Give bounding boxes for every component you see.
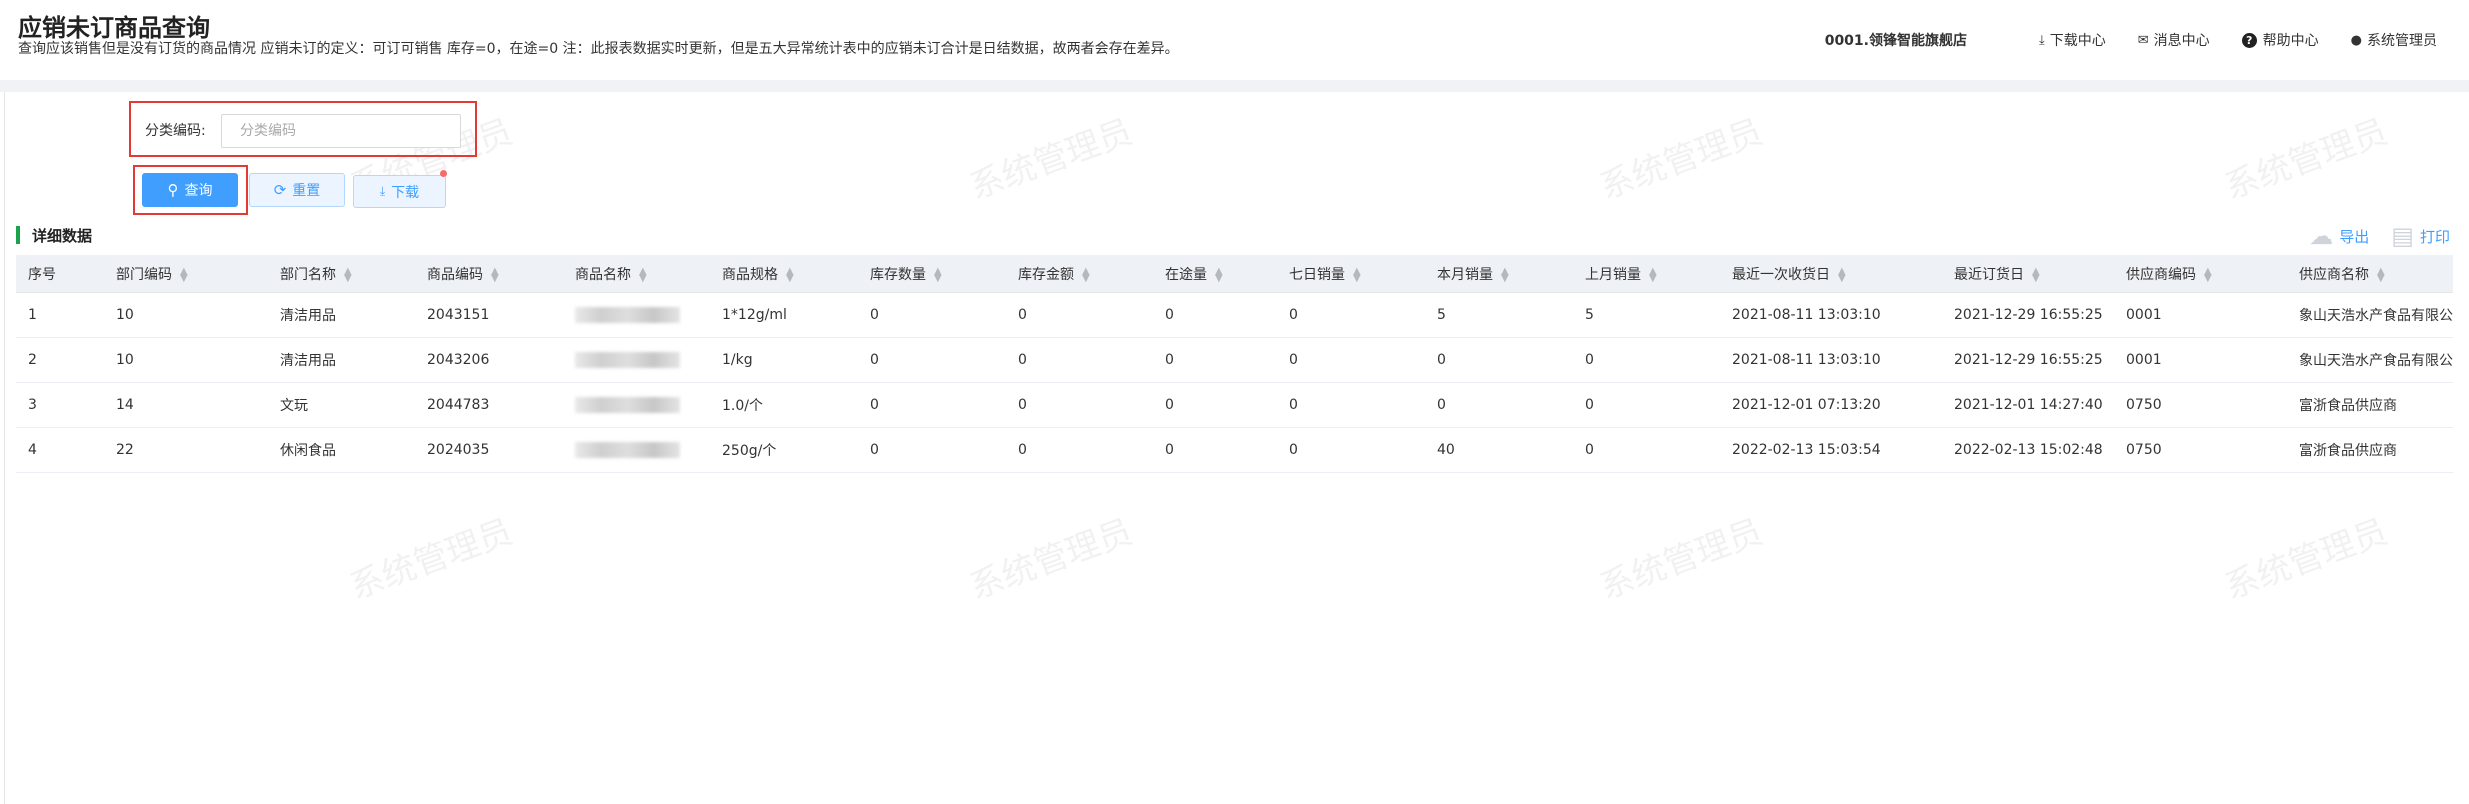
printer-icon: ▤ xyxy=(2391,222,2414,250)
column-header[interactable]: 供应商名称 ▲ ▼ xyxy=(2287,255,2453,293)
export-label: 导出 xyxy=(2339,227,2370,246)
page-description: 查询应该销售但是没有订货的商品情况 应销未订的定义：可订可销售 库存=0，在途=… xyxy=(18,41,1179,57)
table-tools: ☁ 导出 ▤ 打印 xyxy=(2287,222,2450,250)
column-header[interactable]: 上月销量 ▲ ▼ xyxy=(1573,255,1720,293)
column-header[interactable]: 部门编码 ▲ ▼ xyxy=(104,255,268,293)
notification-dot xyxy=(440,170,447,177)
header-divider xyxy=(0,80,2469,92)
page-header: 应销未订商品查询 查询应该销售但是没有订货的商品情况 应销未订的定义：可订可销售… xyxy=(0,0,2469,80)
table-row[interactable]: 4 22 休闲食品 2024035 250g/个 0 0 0 0 40 0 20… xyxy=(16,427,2453,473)
sort-icon[interactable]: ▲ ▼ xyxy=(344,266,352,283)
download-button-label: 下载 xyxy=(391,184,420,201)
section-title: 详细数据 xyxy=(32,227,93,245)
download-icon: ⤓ xyxy=(2039,32,2045,48)
sort-icon[interactable]: ▲ ▼ xyxy=(2032,266,2040,283)
help-icon: ? xyxy=(2241,32,2257,48)
filter-highlight-box: 分类编码: xyxy=(129,101,477,157)
query-button-label: 查询 xyxy=(184,183,213,199)
user-name: 系统管理员 xyxy=(2367,33,2437,49)
main-content: 系统管理员 系统管理员 系统管理员 系统管理员 系统管理员 系统管理员 系统管理… xyxy=(4,92,2469,804)
help-center-label: 帮助中心 xyxy=(2262,33,2319,49)
column-header: 序号 xyxy=(16,255,104,293)
column-header[interactable]: 最近一次收货日 ▲ ▼ xyxy=(1720,255,1942,293)
reset-button[interactable]: ⟳ 重置 xyxy=(249,173,345,207)
sort-icon[interactable]: ▲ ▼ xyxy=(2204,266,2212,283)
sort-icon[interactable]: ▲ ▼ xyxy=(1838,266,1846,283)
detail-table: 序号 部门编码 ▲ ▼ 部门名称 ▲ ▼ 商品编码 ▲ ▼ 商品名称 ▲ ▼ 商品规格 ▲ ▼ 库存… xyxy=(16,255,2453,473)
print-label: 打印 xyxy=(2419,227,2450,246)
column-header[interactable]: 七日销量 ▲ ▼ xyxy=(1277,255,1425,293)
goods-name-cell xyxy=(563,337,710,383)
sort-icon[interactable]: ▲ ▼ xyxy=(934,266,942,283)
search-icon: ⚲ xyxy=(167,181,179,199)
watermark: 系统管理员 xyxy=(2219,111,2393,208)
sort-icon[interactable]: ▲ ▼ xyxy=(2377,266,2385,283)
column-header[interactable]: 商品规格 ▲ ▼ xyxy=(710,255,858,293)
goods-name-cell xyxy=(563,292,710,338)
redacted-goods-name xyxy=(575,352,680,368)
cloud-download-icon: ☁ xyxy=(2309,222,2334,250)
sort-icon[interactable]: ▲ ▼ xyxy=(180,266,188,283)
column-header[interactable]: 库存数量 ▲ ▼ xyxy=(858,255,1006,293)
sort-icon[interactable]: ▲ ▼ xyxy=(1501,266,1509,283)
query-button[interactable]: ⚲ 查询 xyxy=(142,173,238,207)
message-center-link[interactable]: ✉ 消息中心 xyxy=(2138,30,2210,50)
export-button[interactable]: ☁ 导出 xyxy=(2309,222,2369,250)
sort-icon[interactable]: ▲ ▼ xyxy=(1649,266,1657,283)
table-row[interactable]: 1 10 清洁用品 2043151 1*12g/ml 0 0 0 0 5 5 2… xyxy=(16,292,2453,338)
table-header-row: 序号 部门编码 ▲ ▼ 部门名称 ▲ ▼ 商品编码 ▲ ▼ 商品名称 ▲ ▼ 商品规格 ▲ ▼ 库存… xyxy=(16,255,2453,293)
section-accent-bar xyxy=(16,226,20,244)
download-center-label: 下载中心 xyxy=(2049,33,2106,49)
column-header[interactable]: 本月销量 ▲ ▼ xyxy=(1425,255,1573,293)
download-center-link[interactable]: ⤓ 下载中心 xyxy=(2039,30,2106,50)
watermark: 系统管理员 xyxy=(964,511,1138,608)
message-center-label: 消息中心 xyxy=(2153,33,2210,49)
user-icon: ● xyxy=(2350,32,2362,48)
download-icon: ⤓ xyxy=(379,184,386,198)
sort-icon[interactable]: ▲ ▼ xyxy=(1353,266,1361,283)
reset-button-label: 重置 xyxy=(292,183,321,199)
column-header[interactable]: 部门名称 ▲ ▼ xyxy=(268,255,415,293)
table-row[interactable]: 2 10 清洁用品 2043206 1/kg 0 0 0 0 0 0 2021-… xyxy=(16,337,2453,383)
redacted-goods-name xyxy=(575,307,680,323)
print-button[interactable]: ▤ 打印 xyxy=(2391,222,2450,250)
mail-icon: ✉ xyxy=(2137,32,2149,48)
table-row[interactable]: 3 14 文玩 2044783 1.0/个 0 0 0 0 0 0 2021-1… xyxy=(16,382,2453,428)
redacted-goods-name xyxy=(575,397,680,413)
watermark: 系统管理员 xyxy=(1594,511,1768,608)
sort-icon[interactable]: ▲ ▼ xyxy=(1082,266,1090,283)
redacted-goods-name xyxy=(575,442,680,458)
column-header[interactable]: 在途量 ▲ ▼ xyxy=(1153,255,1277,293)
sort-icon[interactable]: ▲ ▼ xyxy=(786,266,794,283)
column-header[interactable]: 商品名称 ▲ ▼ xyxy=(563,255,710,293)
sort-icon[interactable]: ▲ ▼ xyxy=(491,266,499,283)
top-toolbar: 0001.领锋智能旗舰店 ⤓ 下载中心 ✉ 消息中心 ? 帮助中心 ● 系统管理… xyxy=(1825,30,2437,50)
category-code-label: 分类编码: xyxy=(145,123,206,139)
column-header[interactable]: 库存金额 ▲ ▼ xyxy=(1006,255,1153,293)
category-code-input[interactable] xyxy=(221,114,461,148)
watermark: 系统管理员 xyxy=(1594,111,1768,208)
goods-name-cell xyxy=(563,382,710,428)
refresh-icon: ⟳ xyxy=(273,181,287,199)
column-header[interactable]: 最近订货日 ▲ ▼ xyxy=(1942,255,2114,293)
download-button[interactable]: ⤓ 下载 xyxy=(353,175,446,208)
column-header[interactable]: 供应商编码 ▲ ▼ xyxy=(2114,255,2287,293)
watermark: 系统管理员 xyxy=(344,511,518,608)
column-header[interactable]: 商品编码 ▲ ▼ xyxy=(415,255,563,293)
sort-icon[interactable]: ▲ ▼ xyxy=(639,266,647,283)
sort-icon[interactable]: ▲ ▼ xyxy=(1215,266,1223,283)
store-name: 0001.领锋智能旗舰店 xyxy=(1824,33,1967,49)
watermark: 系统管理员 xyxy=(964,111,1138,208)
watermark: 系统管理员 xyxy=(2219,511,2393,608)
help-center-link[interactable]: ? 帮助中心 xyxy=(2241,30,2319,50)
user-menu[interactable]: ● 系统管理员 xyxy=(2351,30,2437,50)
goods-name-cell xyxy=(563,427,710,473)
